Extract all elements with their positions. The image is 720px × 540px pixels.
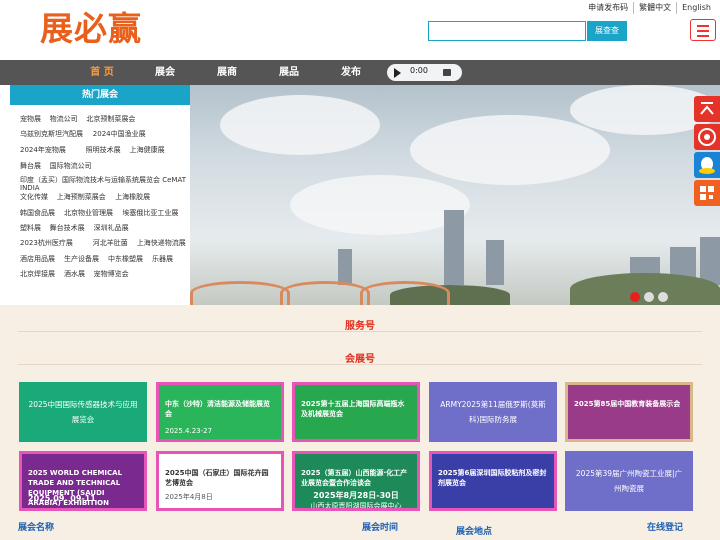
expo-card-title: 2025第6届深圳国际胶粘剂及密封剂展览会 xyxy=(438,469,547,487)
hot-expo-tag[interactable]: 物流公司 xyxy=(50,114,78,124)
qr-code-icon[interactable] xyxy=(694,180,720,206)
search-input[interactable] xyxy=(428,21,586,41)
main-nav: 首 页 展会 展商 展品 发布 0:00 xyxy=(0,60,720,85)
expo-card[interactable]: 2025第85届中国教育装备展示会 xyxy=(565,382,693,442)
expo-card-date: 2025.09. 09-11 xyxy=(28,494,96,503)
qq-icon[interactable] xyxy=(694,152,720,178)
hot-expo-tag[interactable]: 宠物博览会 xyxy=(94,269,129,279)
hot-expo-title: 热门展会 xyxy=(10,85,190,105)
hero-banner[interactable] xyxy=(190,85,720,305)
hot-expo-tag[interactable]: 酒店用品展 xyxy=(20,254,55,264)
banner-dot-3[interactable] xyxy=(658,292,668,302)
top-links: 申请发布码 繁體中文 English xyxy=(583,2,716,14)
expo-card-venue: 山西太原晋阳湖国际会展中心 xyxy=(310,502,402,510)
phone-icon[interactable] xyxy=(694,124,720,150)
expo-card-title: 2025第39届广州陶瓷工业展|广州陶瓷展 xyxy=(575,469,683,493)
service-section-title: 服务号 xyxy=(345,321,375,332)
hot-expo-tag[interactable]: 2023杭州医疗展 xyxy=(20,238,73,248)
hot-expo-tag[interactable]: 上海快递物流展 xyxy=(137,238,186,248)
hot-expo-tag[interactable]: 上海预制菜展会 xyxy=(57,192,106,202)
hot-expo-tag[interactable]: 生产设备展 xyxy=(64,254,99,264)
hot-expo-tag[interactable]: 照明技术展 xyxy=(86,145,121,155)
nav-products[interactable]: 展品 xyxy=(279,60,299,85)
expo-section-title: 会展号 xyxy=(345,354,375,365)
expo-card-date: 2025年8月28日-30日 xyxy=(313,491,399,500)
col-expo-name: 展会名称 xyxy=(18,523,55,533)
col-expo-time: 展会时间 xyxy=(362,523,399,533)
expo-card-title: 2025中国（石家庄）国际花卉园艺博览会 xyxy=(165,469,269,487)
hot-expo-tag[interactable]: 北京预制菜展会 xyxy=(86,114,135,124)
traditional-chinese-link[interactable]: 繁體中文 xyxy=(633,2,676,14)
hot-expo-tag[interactable]: 乌兹别克斯坦汽配展 xyxy=(20,129,83,139)
hot-expo-tag[interactable]: 酒水展 xyxy=(64,269,85,279)
expo-card[interactable]: ARMY2025第11届俄罗斯(莫斯科)国际防务展 xyxy=(429,382,557,442)
divider xyxy=(18,364,702,365)
audio-time: 0:00 xyxy=(410,66,428,75)
play-icon[interactable] xyxy=(394,68,401,78)
nav-publish[interactable]: 发布 xyxy=(341,60,361,85)
apply-code-link[interactable]: 申请发布码 xyxy=(583,2,633,14)
expo-card-title: 2025第85届中国教育装备展示会 xyxy=(574,400,681,408)
hot-expo-tag[interactable]: 国际物流公司 xyxy=(50,161,92,171)
divider xyxy=(18,331,702,332)
expo-card-date: 2025.4.23-27 xyxy=(165,427,213,435)
nav-home[interactable]: 首 页 xyxy=(76,60,128,85)
hot-expo-tag[interactable]: 北京焊接展 xyxy=(20,269,55,279)
expo-card-title: 2025中国国际传感器技术与应用展览会 xyxy=(28,400,138,424)
expo-card[interactable]: 中东（沙特）清洁能源及储能展览会 2025.4.23-27 xyxy=(156,382,284,442)
expo-card-title: 中东（沙特）清洁能源及储能展览会 xyxy=(165,400,270,418)
hot-expo-tag[interactable]: 河北羊肚菌 xyxy=(93,238,128,248)
hot-expo-tag[interactable]: 2024中国渔业展 xyxy=(93,129,146,139)
hamburger-menu-icon[interactable] xyxy=(690,19,716,41)
hot-expo-tag[interactable]: 塑料展 xyxy=(20,223,41,233)
volume-icon[interactable] xyxy=(443,69,451,76)
expo-card[interactable]: 2025中国国际传感器技术与应用展览会 xyxy=(19,382,147,442)
search-button[interactable]: 展查查 xyxy=(587,21,627,41)
expo-card-title: 2025第十五届上海国际高端瓶水及机械展览会 xyxy=(301,400,405,418)
nav-expo[interactable]: 展会 xyxy=(155,60,175,85)
col-expo-place: 展会地点 xyxy=(456,527,493,537)
hot-expo-tag[interactable]: 舞台展 xyxy=(20,161,41,171)
hot-expo-tag[interactable]: 中东橡塑展 xyxy=(108,254,143,264)
expo-card[interactable]: 2025中国（石家庄）国际花卉园艺博览会 2025年4月8日 xyxy=(156,451,284,511)
banner-dot-2[interactable] xyxy=(644,292,654,302)
hot-expo-tag[interactable]: 2024年宠物展 xyxy=(20,145,66,155)
hot-expo-tag[interactable]: 文化传媒 xyxy=(20,192,48,202)
site-logo[interactable]: 展必赢 xyxy=(40,10,180,48)
expo-card-date: 2025年4月8日 xyxy=(165,493,213,501)
expo-card[interactable]: 2025（第五届）山西能源·化工产业展览会暨合作洽谈会 2025年8月28日-30… xyxy=(292,451,420,511)
hot-expo-tag[interactable]: 韩国食品展 xyxy=(20,208,55,218)
english-link[interactable]: English xyxy=(676,2,716,14)
hot-expo-tag[interactable]: 舞台技术展 xyxy=(50,223,85,233)
hot-expo-tag[interactable]: 印度（孟买）国际物流技术与运输系统展览会 CeMAT INDIA xyxy=(20,176,188,192)
online-register-link[interactable]: 在线登记 xyxy=(647,520,683,533)
expo-card[interactable]: 2025第39届广州陶瓷工业展|广州陶瓷展 xyxy=(565,451,693,511)
hot-expo-tag[interactable]: 上海健康展 xyxy=(130,145,165,155)
hot-expo-tag[interactable]: 上海橡胶展 xyxy=(115,192,150,202)
hot-expo-tag[interactable]: 深圳礼品展 xyxy=(94,223,129,233)
audio-player[interactable]: 0:00 xyxy=(387,64,462,81)
expo-card-title: ARMY2025第11届俄罗斯(莫斯科)国际防务展 xyxy=(440,400,546,424)
nav-exhibitors[interactable]: 展商 xyxy=(217,60,237,85)
hot-expo-tag[interactable]: 北京物业管理展 xyxy=(64,208,113,218)
expo-card[interactable]: 2025第十五届上海国际高端瓶水及机械展览会 xyxy=(292,382,420,442)
top-bar: 展必赢 申请发布码 繁體中文 English 展查查 xyxy=(0,0,720,60)
expo-card[interactable]: 2025 WORLD CHEMICAL TRADE AND TECHNICAL … xyxy=(19,451,147,511)
hot-expo-tag[interactable]: 埃塞俄比亚工业展 xyxy=(122,208,178,218)
expo-card[interactable]: 2025第6届深圳国际胶粘剂及密封剂展览会 xyxy=(429,451,557,511)
back-to-top-icon[interactable] xyxy=(694,96,720,122)
expo-card-title: 2025（第五届）山西能源·化工产业展览会暨合作洽谈会 xyxy=(301,469,408,487)
hot-expo-tag[interactable]: 宠物展 xyxy=(20,114,41,124)
banner-dot-1[interactable] xyxy=(630,292,640,302)
hot-expo-tag[interactable]: 乐器展 xyxy=(152,254,173,264)
